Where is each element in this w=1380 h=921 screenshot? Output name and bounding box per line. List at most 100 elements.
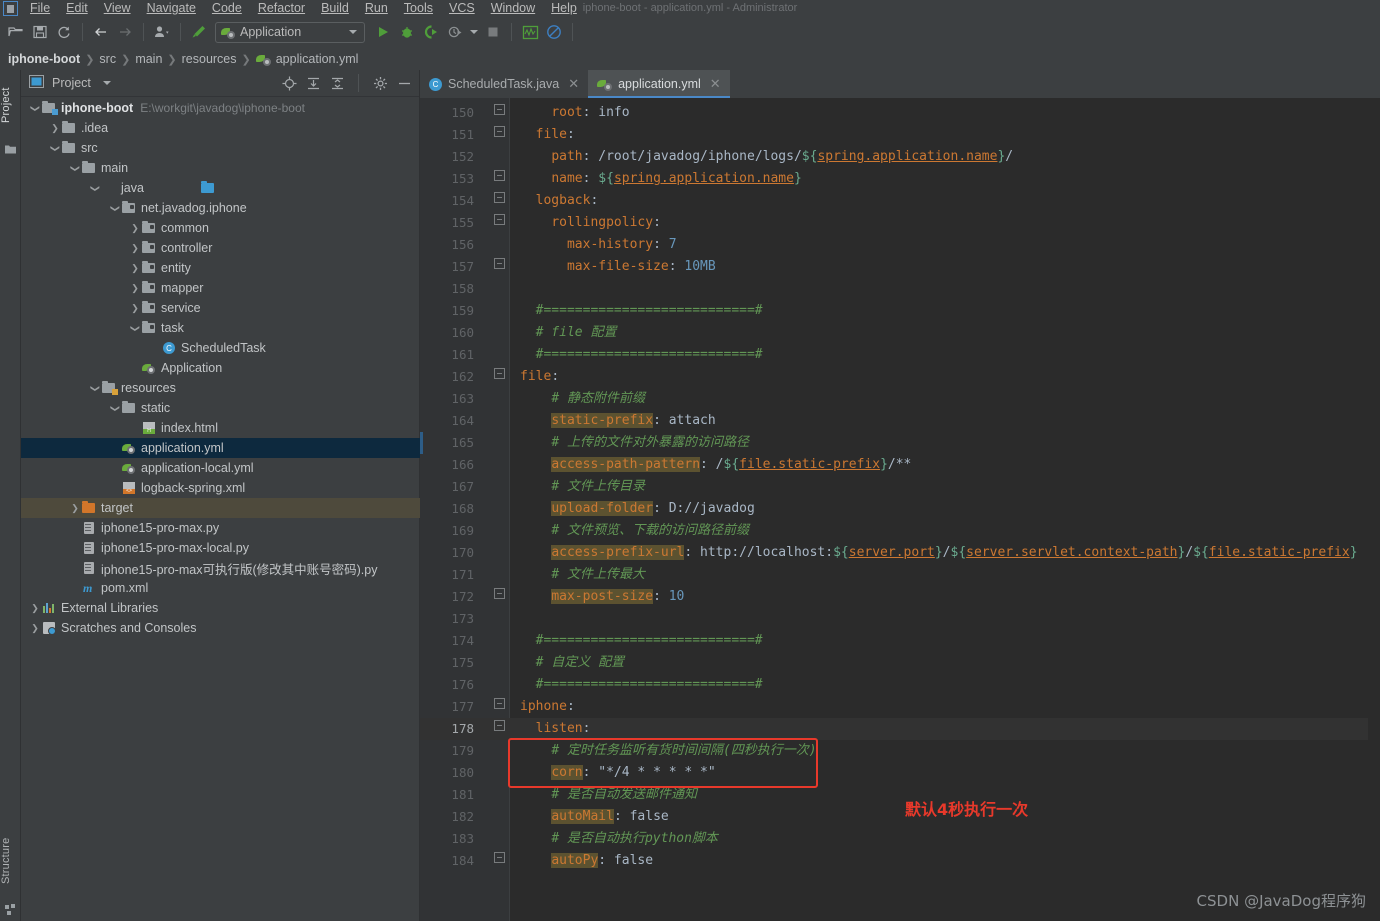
tool-window-structure[interactable]: Structure (0, 828, 21, 894)
code-line[interactable]: 160 # file 配置 (420, 322, 1380, 344)
menu-item-run[interactable]: Run (357, 0, 396, 17)
tree-item-common[interactable]: ❯common (21, 218, 420, 238)
chevron-down-icon[interactable]: ❯ (30, 102, 41, 114)
tree-item-resources[interactable]: ❯resources (21, 378, 420, 398)
chevron-right-icon[interactable]: ❯ (129, 243, 141, 254)
code-line[interactable]: 172 max-post-size: 10 (420, 586, 1380, 608)
tree-item-task[interactable]: ❯task (21, 318, 420, 338)
profile-dropdown-icon[interactable] (467, 20, 481, 44)
tree-item-mapper[interactable]: ❯mapper (21, 278, 420, 298)
code-line[interactable]: 161 #===========================# (420, 344, 1380, 366)
chevron-down-icon[interactable] (103, 81, 111, 85)
chevron-down-icon[interactable]: ❯ (110, 202, 121, 214)
code-folding-marker[interactable] (492, 102, 506, 124)
menu-item-edit[interactable]: Edit (58, 0, 96, 17)
code-folding-marker[interactable] (492, 124, 506, 146)
tree-item-external-libraries[interactable]: ❯External Libraries (21, 598, 420, 618)
code-line[interactable]: 153 name: ${spring.application.name} (420, 168, 1380, 190)
menu-item-code[interactable]: Code (204, 0, 250, 17)
tree-item-java[interactable]: ❯java (21, 178, 420, 198)
code-line[interactable]: 166 access-path-pattern: /${file.static-… (420, 454, 1380, 476)
tree-item-static[interactable]: ❯static (21, 398, 420, 418)
save-all-icon[interactable] (28, 20, 52, 44)
breadcrumb-item-project[interactable]: iphone-boot (8, 52, 80, 66)
editor-scrollbar[interactable] (1368, 126, 1380, 921)
close-icon[interactable]: ✕ (710, 76, 721, 92)
tree-item-target[interactable]: ❯target (21, 498, 420, 518)
menu-item-file[interactable]: File (22, 0, 58, 17)
code-line[interactable]: 157 max-file-size: 10MB (420, 256, 1380, 278)
expand-all-icon[interactable] (304, 74, 322, 92)
tree-item--idea[interactable]: ❯.idea (21, 118, 420, 138)
close-icon[interactable]: ✕ (568, 76, 579, 92)
run-button[interactable] (371, 20, 395, 44)
project-tree[interactable]: ❯iphone-bootE:\workgit\javadog\iphone-bo… (21, 98, 420, 921)
code-line[interactable]: 164 static-prefix: attach (420, 410, 1380, 432)
code-line[interactable]: 179 # 定时任务监听有货时间间隔(四秒执行一次) (420, 740, 1380, 762)
folder-icon[interactable] (5, 142, 16, 153)
locate-icon[interactable] (280, 74, 298, 92)
menu-item-build[interactable]: Build (313, 0, 357, 17)
collapse-all-icon[interactable] (328, 74, 346, 92)
chevron-down-icon[interactable]: ❯ (110, 402, 121, 414)
tree-item-scratches-and-consoles[interactable]: ❯Scratches and Consoles (21, 618, 420, 638)
chevron-right-icon[interactable]: ❯ (29, 603, 41, 614)
menu-item-refactor[interactable]: Refactor (250, 0, 313, 17)
chevron-right-icon[interactable]: ❯ (129, 223, 141, 234)
tree-item-net-javadog-iphone[interactable]: ❯net.javadog.iphone (21, 198, 420, 218)
settings-gear-icon[interactable] (371, 74, 389, 92)
menu-item-help[interactable]: Help (543, 0, 585, 17)
run-configuration-selector[interactable]: Application (215, 22, 365, 43)
code-line[interactable]: 156 max-history: 7 (420, 234, 1380, 256)
back-arrow-icon[interactable] (89, 20, 113, 44)
code-line[interactable]: 158 (420, 278, 1380, 300)
code-line[interactable]: 163 # 静态附件前缀 (420, 388, 1380, 410)
code-line[interactable]: 175 # 自定义 配置 (420, 652, 1380, 674)
build-hammer-icon[interactable] (187, 20, 211, 44)
vcs-update-icon[interactable] (150, 20, 174, 44)
tree-item-application-yml[interactable]: application.yml (21, 438, 420, 458)
code-line[interactable]: 177iphone: (420, 696, 1380, 718)
code-line[interactable]: 182 autoMail: false (420, 806, 1380, 828)
code-line[interactable]: 151 file: (420, 124, 1380, 146)
chevron-right-icon[interactable]: ❯ (49, 123, 61, 134)
tree-item-iphone15-pro-max-py[interactable]: iphone15-pro-max可执行版(修改其中账号密码).py (21, 558, 420, 578)
tree-item-src[interactable]: ❯src (21, 138, 420, 158)
tree-item-controller[interactable]: ❯controller (21, 238, 420, 258)
open-folder-icon[interactable] (4, 20, 28, 44)
code-folding-marker[interactable] (492, 168, 506, 190)
tree-item-scheduledtask[interactable]: CScheduledTask (21, 338, 420, 358)
tree-item-entity[interactable]: ❯entity (21, 258, 420, 278)
code-line[interactable]: 171 # 文件上传最大 (420, 564, 1380, 586)
tree-item-iphone15-pro-max-local-py[interactable]: iphone15-pro-max-local.py (21, 538, 420, 558)
menu-item-navigate[interactable]: Navigate (139, 0, 204, 17)
profile-button[interactable] (443, 20, 467, 44)
chevron-right-icon[interactable]: ❯ (29, 623, 41, 634)
code-line[interactable]: 173 (420, 608, 1380, 630)
code-editor[interactable]: 150 root: info151 file:152 path: /root/j… (420, 98, 1380, 921)
code-folding-marker[interactable] (492, 696, 506, 718)
hide-minimize-icon[interactable] (395, 74, 413, 92)
tree-item-index-html[interactable]: Hindex.html (21, 418, 420, 438)
run-with-coverage-button[interactable] (419, 20, 443, 44)
menu-item-tools[interactable]: Tools (396, 0, 441, 17)
code-line[interactable]: 170 access-prefix-url: http://localhost:… (420, 542, 1380, 564)
code-folding-marker[interactable] (492, 190, 506, 212)
code-line[interactable]: 176 #===========================# (420, 674, 1380, 696)
tab-application-yml[interactable]: application.yml ✕ (588, 70, 730, 98)
code-line[interactable]: 168 upload-folder: D://javadog (420, 498, 1380, 520)
code-line[interactable]: 165 # 上传的文件对外暴露的访问路径 (420, 432, 1380, 454)
code-line[interactable]: 169 # 文件预览、下载的访问路径前缀 (420, 520, 1380, 542)
code-line[interactable]: 180 corn: "*/4 * * * * *" (420, 762, 1380, 784)
chevron-right-icon[interactable]: ❯ (129, 303, 141, 314)
code-line[interactable]: 183 # 是否自动执行python脚本 (420, 828, 1380, 850)
sync-icon[interactable] (52, 20, 76, 44)
breadcrumb-item-main[interactable]: main (135, 52, 162, 66)
debug-button[interactable] (395, 20, 419, 44)
code-line[interactable]: 155 rollingpolicy: (420, 212, 1380, 234)
structure-icon[interactable] (5, 902, 16, 913)
code-line[interactable]: 178 listen: (420, 718, 1380, 740)
code-folding-marker[interactable] (492, 212, 506, 234)
chevron-right-icon[interactable]: ❯ (69, 503, 81, 514)
chevron-down-icon[interactable]: ❯ (70, 162, 81, 174)
